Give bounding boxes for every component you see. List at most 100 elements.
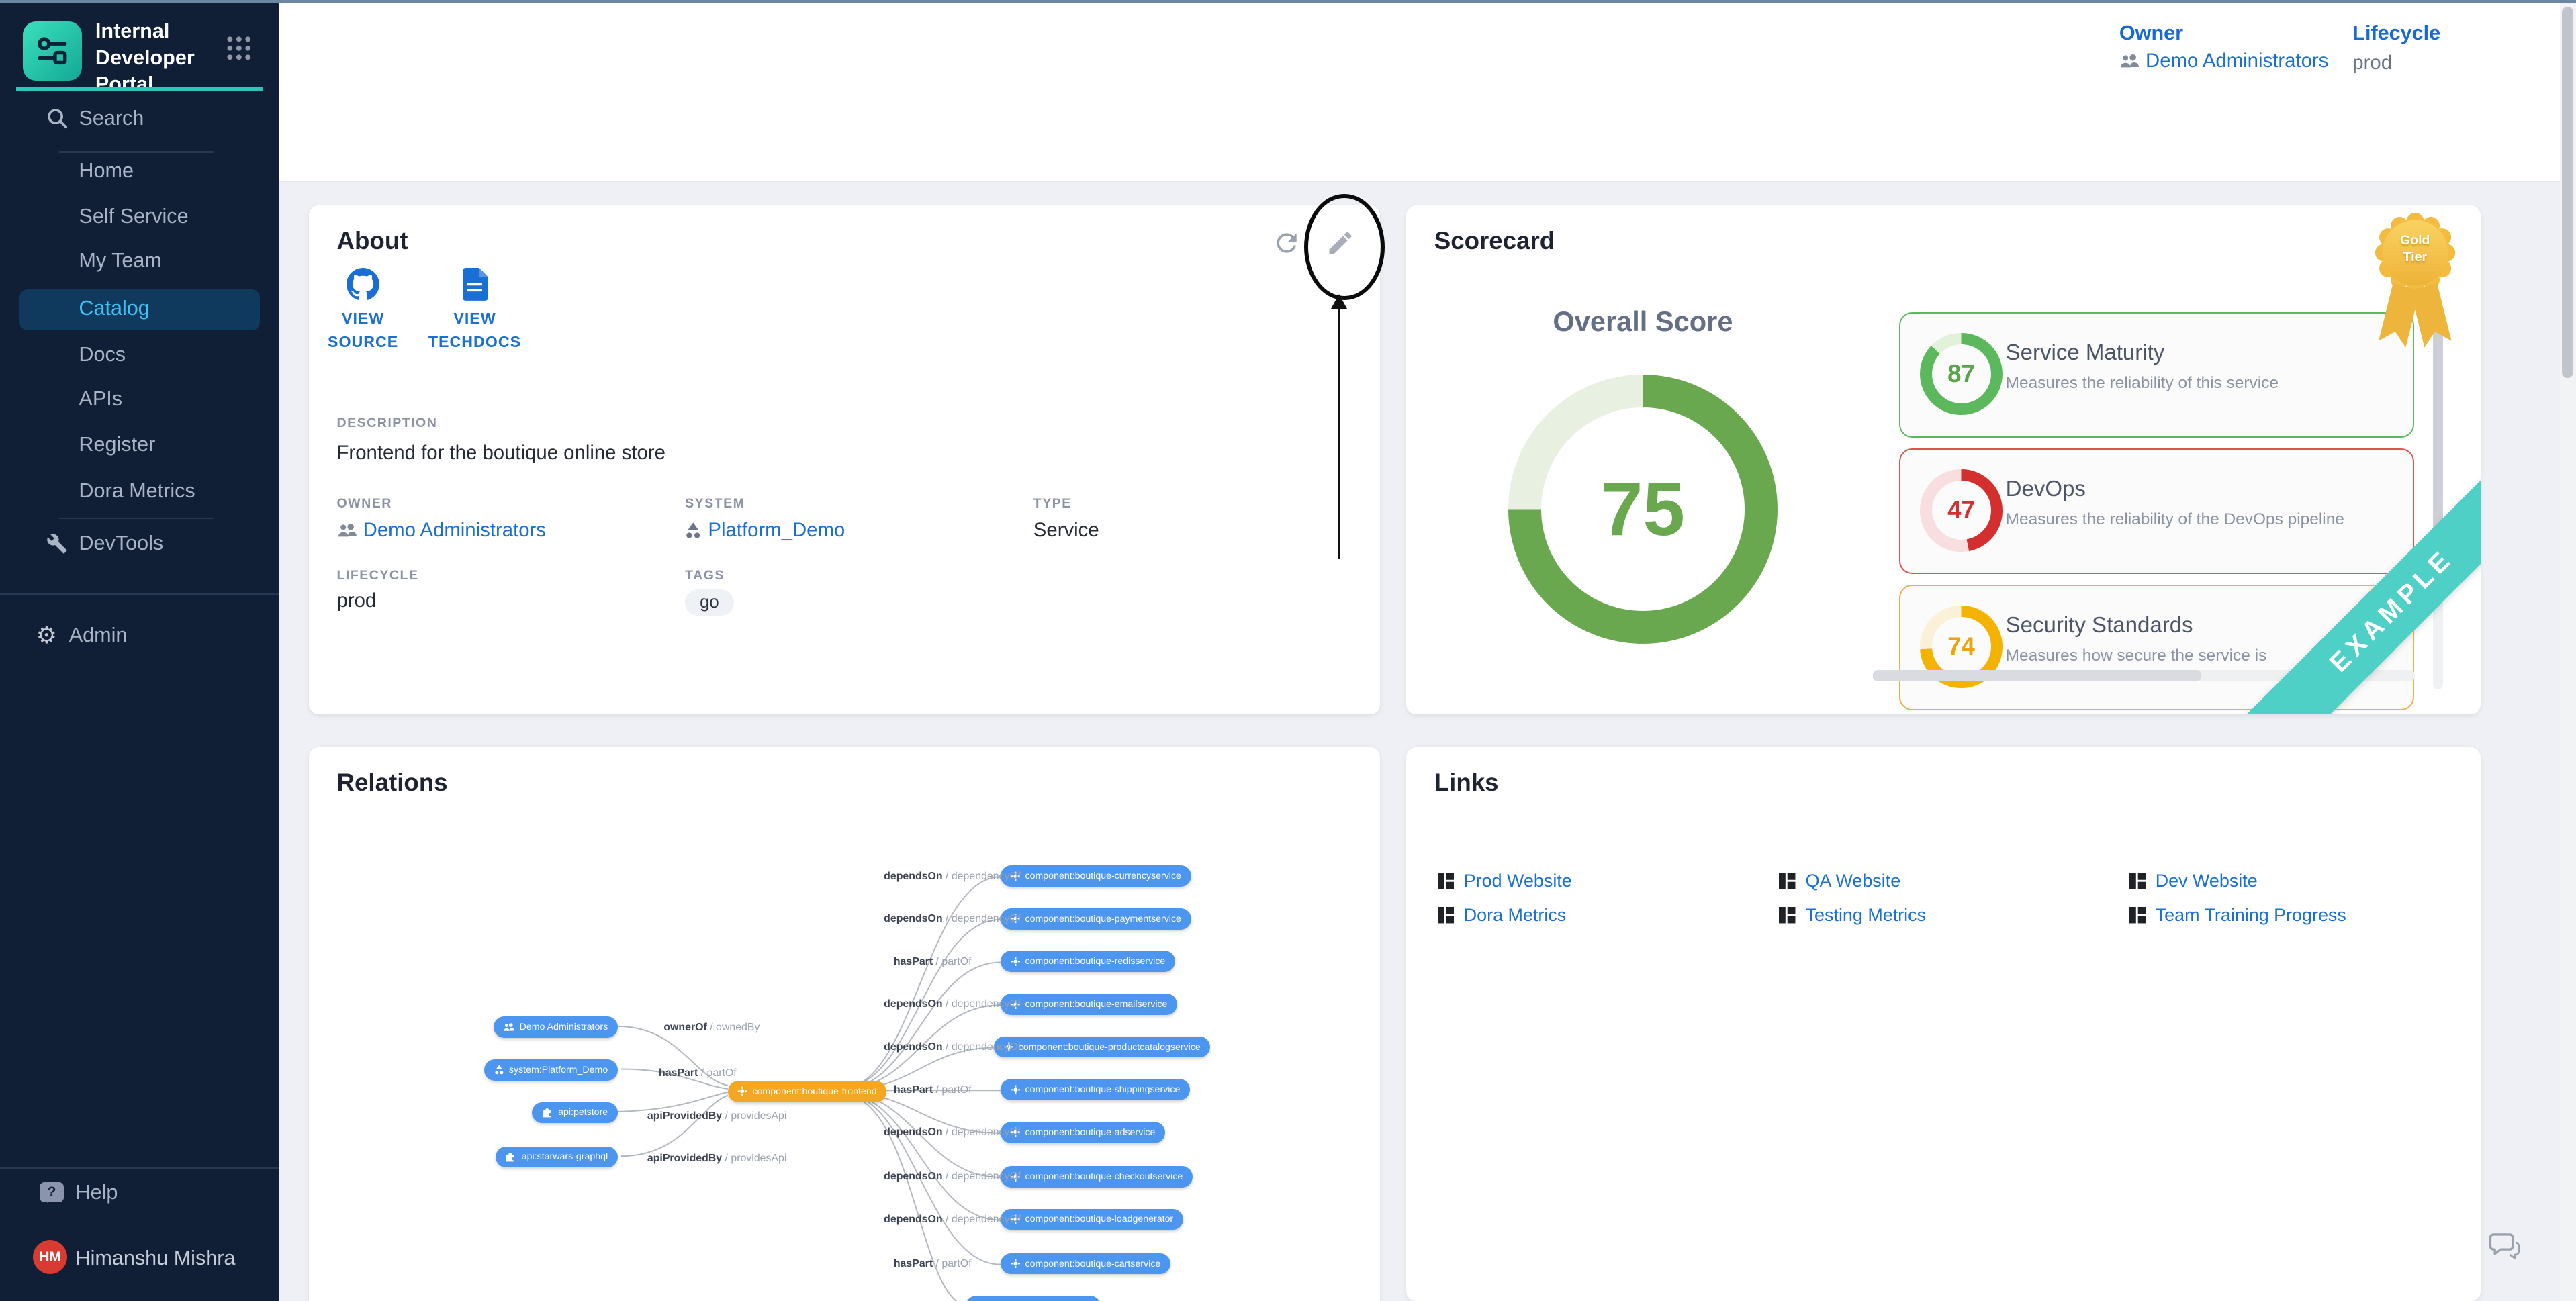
dashboard-icon xyxy=(1438,873,1454,889)
brand-logo[interactable] xyxy=(23,21,82,81)
graph-node-center[interactable]: component:boutique-frontend xyxy=(728,1081,887,1102)
graph-node[interactable]: component:boutique-loadgenerator xyxy=(1001,1209,1183,1231)
edge-label: hasPart / partOf xyxy=(894,956,972,968)
sidebar-item-catalog[interactable]: Catalog xyxy=(0,289,279,329)
scorecard-card: Scorecard Overall Score 75 87 Service Ma… xyxy=(1406,205,2481,714)
view-source-button[interactable]: VIEW SOURCE xyxy=(314,268,412,354)
graph-node[interactable]: component:boutique-redisservice xyxy=(1001,951,1175,972)
view-techdocs-button[interactable]: VIEW TECHDOCS xyxy=(420,268,528,354)
sidebar-item-devtools[interactable]: DevTools xyxy=(0,524,279,563)
sidebar-item-admin[interactable]: ⚙ Admin xyxy=(0,616,279,655)
edge-label: hasPart / partOf xyxy=(659,1067,737,1079)
owner-link[interactable]: Demo Administrators xyxy=(2119,50,2328,73)
user-avatar[interactable]: HM xyxy=(33,1240,67,1274)
edge-label: dependsOn / dependencyOf xyxy=(884,913,1021,925)
lifecycle-value: prod xyxy=(2352,52,2440,75)
edge-label: hasPart / partOf xyxy=(894,1258,972,1270)
link-dev-website[interactable]: Dev Website xyxy=(2129,871,2258,892)
edge-label: dependsOn / dependencyOf xyxy=(884,1041,1021,1053)
apps-grid-icon[interactable] xyxy=(225,34,253,62)
graph-node-api-petstore[interactable]: api:petstore xyxy=(532,1102,618,1124)
edge-label: ownerOf / ownedBy xyxy=(663,1022,760,1034)
window-top-strip xyxy=(0,0,2576,3)
dashboard-icon xyxy=(1779,873,1795,889)
sidebar-item-my-team[interactable]: My Team xyxy=(0,242,279,281)
graph-node-partial[interactable] xyxy=(966,1296,1101,1300)
link-team-training-progress[interactable]: Team Training Progress xyxy=(2129,905,2346,926)
edge-label: dependsOn / dependencyOf xyxy=(884,998,1021,1010)
header-lifecycle: Lifecycle prod xyxy=(2352,21,2440,75)
graph-node[interactable]: component:boutique-productcatalogservice xyxy=(994,1037,1210,1058)
sidebar-accent-divider xyxy=(16,87,263,91)
lifecycle-label: Lifecycle xyxy=(2352,21,2440,45)
techdocs-icon xyxy=(461,268,489,301)
refresh-icon[interactable] xyxy=(1272,228,1301,258)
gear-icon: ⚙ xyxy=(36,624,57,647)
lifecycle-field-value: prod xyxy=(337,589,377,612)
graph-node-owner[interactable]: Demo Administrators xyxy=(494,1016,618,1038)
edge-label: hasPart / partOf xyxy=(894,1084,972,1096)
sidebar-item-dora-metrics[interactable]: Dora Metrics xyxy=(0,471,279,511)
graph-node[interactable]: component:boutique-checkoutservice xyxy=(1001,1166,1193,1188)
owner-field-value[interactable]: Demo Administrators xyxy=(337,519,546,542)
graph-node-api-starwars[interactable]: api:starwars-graphql xyxy=(496,1147,618,1168)
type-field-label: TYPE xyxy=(1033,496,1072,512)
tag-chip[interactable]: go xyxy=(685,585,734,616)
edge-label: dependsOn / dependencyOf xyxy=(884,871,1021,883)
sidebar-divider xyxy=(0,593,279,594)
header-owner: Owner Demo Administrators xyxy=(2119,21,2328,73)
graph-node[interactable]: component:boutique-adservice xyxy=(1001,1122,1165,1143)
system-icon xyxy=(494,1064,504,1075)
graph-node[interactable]: component:boutique-cartservice xyxy=(1001,1253,1170,1275)
group-icon xyxy=(503,1022,514,1032)
relations-graph-edges xyxy=(309,747,1380,1300)
dashboard-icon xyxy=(1779,907,1795,923)
type-field-value: Service xyxy=(1033,519,1099,542)
about-title: About xyxy=(337,227,408,255)
scorecard-title: Scorecard xyxy=(1434,227,1555,255)
sidebar: Internal Developer Portal Search Home Se… xyxy=(0,0,279,1301)
graph-node[interactable]: component:boutique-currencyservice xyxy=(1001,865,1191,887)
page-scrollbar[interactable] xyxy=(2560,0,2576,1301)
graph-node[interactable]: component:boutique-shippingservice xyxy=(1001,1079,1190,1100)
links-card: Links Prod Website QA Website Dev Websit… xyxy=(1406,747,2481,1300)
component-icon xyxy=(1011,1085,1021,1095)
user-name[interactable]: Himanshu Mishra xyxy=(76,1247,236,1270)
graph-node-system[interactable]: system:Platform_Demo xyxy=(484,1059,618,1081)
system-field-value[interactable]: Platform_Demo xyxy=(685,519,845,542)
api-icon xyxy=(542,1107,553,1118)
link-testing-metrics[interactable]: Testing Metrics xyxy=(1779,905,1926,926)
sidebar-item-docs[interactable]: Docs xyxy=(0,335,279,375)
page-scrollbar-thumb[interactable] xyxy=(2562,7,2573,378)
link-dora-metrics[interactable]: Dora Metrics xyxy=(1438,905,1567,926)
system-icon xyxy=(685,522,701,540)
sidebar-item-help[interactable]: ? Help xyxy=(0,1173,279,1212)
portal-logo-icon xyxy=(34,33,71,69)
sidebar-item-label: Search xyxy=(79,107,144,130)
graph-node[interactable]: component:boutique-paymentservice xyxy=(1001,908,1191,930)
sidebar-item-apis[interactable]: APIs xyxy=(0,379,279,419)
chat-icon[interactable] xyxy=(2487,1228,2520,1261)
scorecard-item-devops[interactable]: 47 DevOps Measures the reliability of th… xyxy=(1899,448,2414,574)
group-icon xyxy=(2119,53,2139,69)
relations-card: Relations Demo Administrators system: xyxy=(309,747,1380,1300)
scorecard-item-service-maturity[interactable]: 87 Service Maturity Measures the reliabi… xyxy=(1899,312,2414,438)
edge-label: dependsOn / dependencyOf xyxy=(884,1171,1021,1183)
component-icon xyxy=(1011,957,1021,967)
sidebar-item-register[interactable]: Register xyxy=(0,426,279,465)
api-icon xyxy=(505,1151,516,1163)
link-qa-website[interactable]: QA Website xyxy=(1779,871,1900,892)
sidebar-item-search[interactable]: Search xyxy=(0,99,279,138)
link-prod-website[interactable]: Prod Website xyxy=(1438,871,1572,892)
sidebar-item-self-service[interactable]: Self Service xyxy=(0,197,279,237)
component-icon xyxy=(737,1086,747,1096)
overall-score-value: 75 xyxy=(1508,375,1778,644)
overall-score-label: Overall Score xyxy=(1406,305,1880,338)
edge-label: apiProvidedBy / providesApi xyxy=(647,1110,787,1122)
graph-node[interactable]: component:boutique-emailservice xyxy=(1001,994,1177,1015)
sidebar-item-home[interactable]: Home xyxy=(0,151,279,191)
items-scrollbar[interactable] xyxy=(2433,309,2443,690)
description-label: DESCRIPTION xyxy=(337,416,438,431)
search-icon xyxy=(46,107,68,129)
annotation-circle xyxy=(1304,194,1385,301)
